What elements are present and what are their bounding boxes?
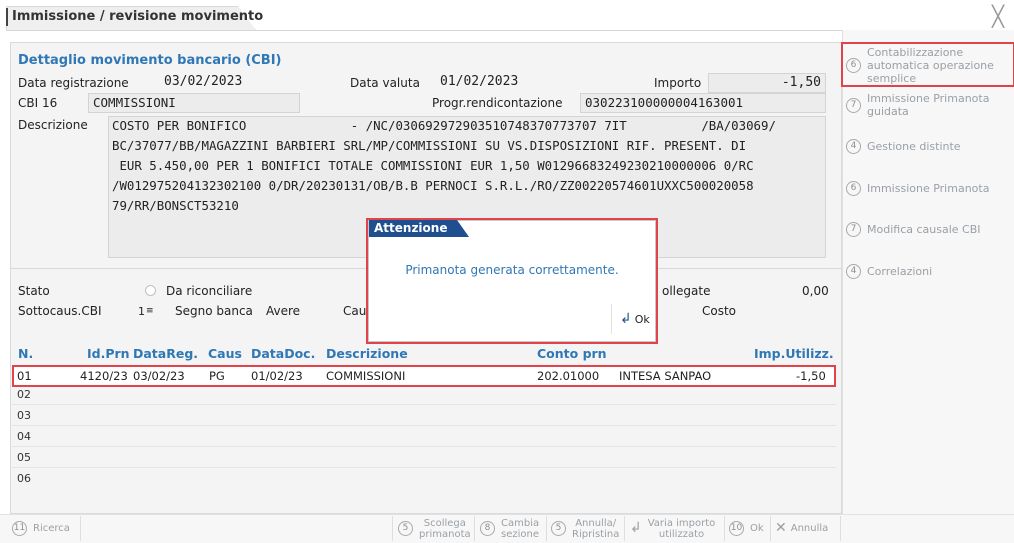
toolbar-separator xyxy=(546,516,547,541)
dialog-highlight xyxy=(366,218,658,344)
section-title: Dettaglio movimento bancario (CBI) xyxy=(18,53,282,68)
scollega-label-2: primanota xyxy=(419,528,471,540)
row-divider xyxy=(12,404,836,405)
close-icon[interactable]: ╳ xyxy=(992,4,1004,28)
sottocaus-label: Sottocaus.CBI xyxy=(18,304,102,318)
varia-label-1: Varia importo xyxy=(647,517,716,529)
shortcut-icon: 7 xyxy=(846,221,861,237)
collegate-value: 0,00 xyxy=(802,284,829,298)
importo-label: Importo xyxy=(654,76,702,90)
cambia-label-1: Cambia xyxy=(501,517,540,529)
shortcut-icon: 5 xyxy=(398,521,413,536)
col-header-caus: Caus xyxy=(208,346,242,361)
col-header-n: N. xyxy=(18,346,34,361)
varia-label-2: utilizzato xyxy=(658,528,705,540)
side-item-label: Immissione Primanota guidata xyxy=(867,92,990,118)
segno-banca-value: Avere xyxy=(266,304,301,318)
toolbar-separator xyxy=(624,516,625,541)
window-title: Immissione / revisione movimento xyxy=(12,9,264,24)
sottocaus-value: 1 xyxy=(138,304,145,318)
row-divider xyxy=(12,467,836,468)
shortcut-icon: 4 xyxy=(846,263,861,279)
list-item[interactable]: 04 xyxy=(17,430,31,443)
costo-label: Costo xyxy=(702,304,737,318)
data-valuta-field[interactable]: 01/02/2023 xyxy=(436,73,526,93)
side-item-label: Immissione Primanota xyxy=(867,181,990,195)
annulla-label: Annulla xyxy=(790,523,829,534)
varia-importo-button[interactable]: ↲ Varia importo utilizzato xyxy=(630,514,715,543)
side-immissione-guidata[interactable]: 7 Immissione Primanota guidata xyxy=(846,90,1012,120)
col-header-datadoc: DataDoc. xyxy=(251,346,316,361)
toolbar-separator xyxy=(80,516,81,541)
data-registrazione-label: Data registrazione xyxy=(18,76,129,90)
progr-rendicontazione-label: Progr.rendicontazione xyxy=(432,96,563,110)
shortcut-icon: 7 xyxy=(846,97,861,113)
descrizione-text: COSTO PER BONIFICO - /NC/030692972903510… xyxy=(112,118,776,213)
close-icon: ✕ xyxy=(775,520,787,536)
scollega-label-1: Scollega xyxy=(423,517,466,529)
toolbar-separator xyxy=(474,516,475,541)
list-item[interactable]: 05 xyxy=(17,451,31,464)
shortcut-icon: 10 xyxy=(729,521,744,536)
ricerca-button[interactable]: 11 Ricerca xyxy=(12,514,70,543)
side-item-label: Gestione distinte xyxy=(867,139,961,153)
col-header-idprn: Id.Prn xyxy=(87,346,130,361)
enter-icon: ↲ xyxy=(630,520,642,536)
toolbar-separator xyxy=(770,516,771,541)
annulla-button[interactable]: ✕ Annulla xyxy=(775,514,828,543)
data-registrazione-field[interactable]: 03/02/2023 xyxy=(160,73,300,93)
cbi-code: 16 xyxy=(42,96,58,110)
side-immissione-primanota[interactable]: 6 Immissione Primanota xyxy=(846,178,1012,198)
shortcut-icon: 4 xyxy=(846,138,861,154)
shortcut-icon: 5 xyxy=(551,521,566,536)
side-item-label: Correlazioni xyxy=(867,264,933,278)
descrizione-label: Descrizione xyxy=(18,118,88,132)
list-item[interactable]: 03 xyxy=(17,409,31,422)
row-highlight xyxy=(12,365,836,387)
shortcut-icon: 11 xyxy=(12,521,27,536)
col-header-conto: Conto prn xyxy=(537,346,607,361)
side-item-label: Modifica causale CBI xyxy=(867,222,981,236)
shortcut-icon: 8 xyxy=(480,521,495,536)
toolbar-separator xyxy=(724,516,725,541)
list-item[interactable]: 02 xyxy=(17,388,31,401)
ok-label: Ok xyxy=(750,523,764,534)
stato-label: Stato xyxy=(18,284,50,298)
list-item[interactable]: 06 xyxy=(17,472,31,485)
tab-marker xyxy=(6,8,8,26)
col-header-imp: Imp.Utilizz. xyxy=(754,346,834,361)
side-gestione-distinte[interactable]: 4 Gestione distinte xyxy=(846,136,1012,156)
shortcut-icon: 6 xyxy=(846,180,861,196)
stato-radio[interactable] xyxy=(145,285,156,296)
ricerca-label: Ricerca xyxy=(33,523,70,534)
segno-banca-label: Segno banca xyxy=(175,304,253,318)
side-modifica-causale[interactable]: 7 Modifica causale CBI xyxy=(846,219,1012,239)
list-icon: ≡ xyxy=(146,306,154,316)
stato-value: Da riconciliare xyxy=(166,284,253,298)
side-correlazioni[interactable]: 4 Correlazioni xyxy=(846,261,1012,281)
col-header-datareg: DataReg. xyxy=(133,346,199,361)
data-valuta-label: Data valuta xyxy=(350,76,420,90)
causale-label: Cau xyxy=(343,304,367,318)
cambia-label-2: sezione xyxy=(501,528,540,540)
row-divider xyxy=(12,425,836,426)
cambia-sezione-button[interactable]: 8 Cambia sezione xyxy=(480,514,539,543)
scollega-primanota-button[interactable]: 5 Scollega primanota xyxy=(398,514,471,543)
importo-field[interactable]: -1,50 xyxy=(708,73,826,93)
sottocaus-select[interactable]: 1 ≡ xyxy=(138,302,158,320)
cbi-label: CBI xyxy=(18,96,39,110)
collegate-label: ollegate xyxy=(662,284,711,298)
annulla-ripristina-label-1: Annulla/ xyxy=(575,517,617,529)
toolbar-separator xyxy=(840,516,841,541)
col-header-descrizione: Descrizione xyxy=(326,346,408,361)
row-divider xyxy=(12,446,836,447)
progr-rendicontazione-field[interactable]: 030223100000004163001 xyxy=(580,93,826,113)
annulla-ripristina-label-2: Ripristina xyxy=(572,528,620,540)
toolbar-separator xyxy=(392,516,393,541)
side-item-highlight xyxy=(841,42,1014,87)
annulla-ripristina-button[interactable]: 5 Annulla/ Ripristina xyxy=(551,514,619,543)
ok-button[interactable]: 10 Ok xyxy=(729,514,764,543)
cbi-description-field[interactable]: COMMISSIONI xyxy=(88,93,300,113)
